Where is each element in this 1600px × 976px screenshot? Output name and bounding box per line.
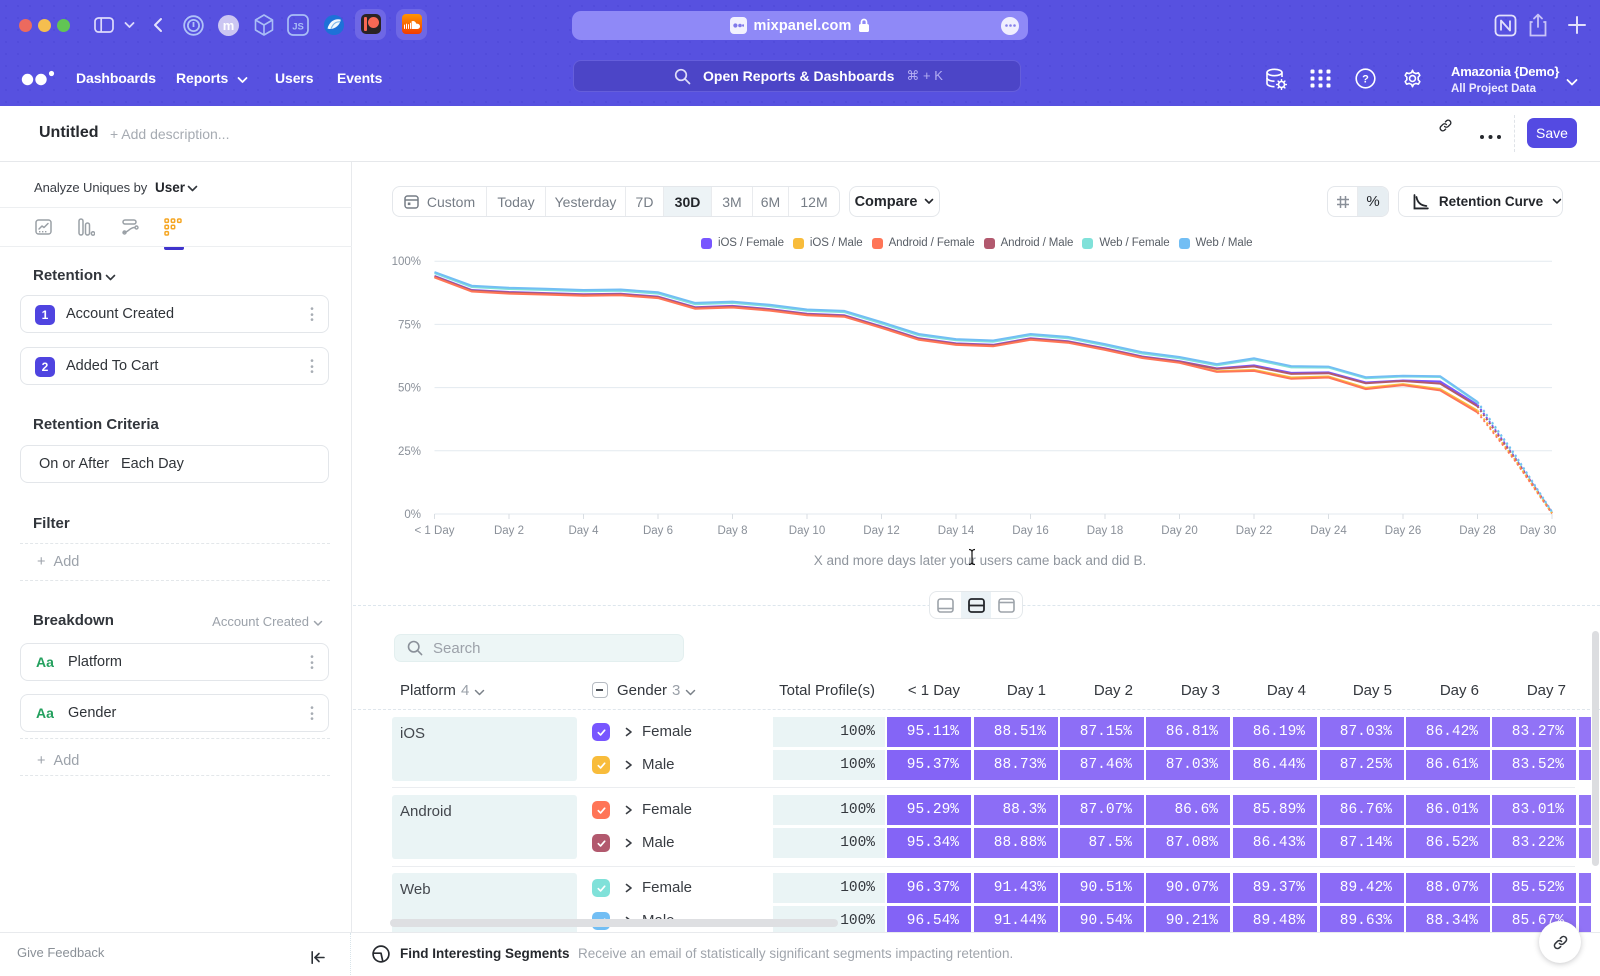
svg-text:Day 4: Day 4	[568, 525, 599, 537]
svg-text:Day 24: Day 24	[1310, 525, 1347, 537]
svg-text:Day 16: Day 16	[1012, 525, 1048, 537]
svg-text:50%: 50%	[398, 383, 421, 395]
svg-text:JS: JS	[292, 22, 304, 33]
svg-text:Day 26: Day 26	[1385, 525, 1421, 537]
svg-text:Day 10: Day 10	[789, 525, 825, 537]
svg-text:Day 14: Day 14	[938, 525, 975, 537]
svg-text:Day 8: Day 8	[717, 525, 747, 537]
svg-text:Day 22: Day 22	[1236, 525, 1272, 537]
svg-text:Day 30: Day 30	[1520, 525, 1556, 537]
svg-text:Day 28: Day 28	[1459, 525, 1495, 537]
svg-text:< 1 Day: < 1 Day	[415, 525, 455, 537]
svg-text:0%: 0%	[404, 509, 421, 521]
svg-text:25%: 25%	[398, 446, 421, 458]
svg-text:100%: 100%	[392, 256, 421, 268]
svg-text:Day 20: Day 20	[1161, 525, 1197, 537]
svg-text:Day 12: Day 12	[863, 525, 899, 537]
svg-text:Day 6: Day 6	[643, 525, 673, 537]
svg-text:Day 2: Day 2	[494, 525, 524, 537]
svg-text:?: ?	[1362, 74, 1369, 86]
svg-text:75%: 75%	[398, 319, 421, 331]
svg-text:Day 18: Day 18	[1087, 525, 1123, 537]
